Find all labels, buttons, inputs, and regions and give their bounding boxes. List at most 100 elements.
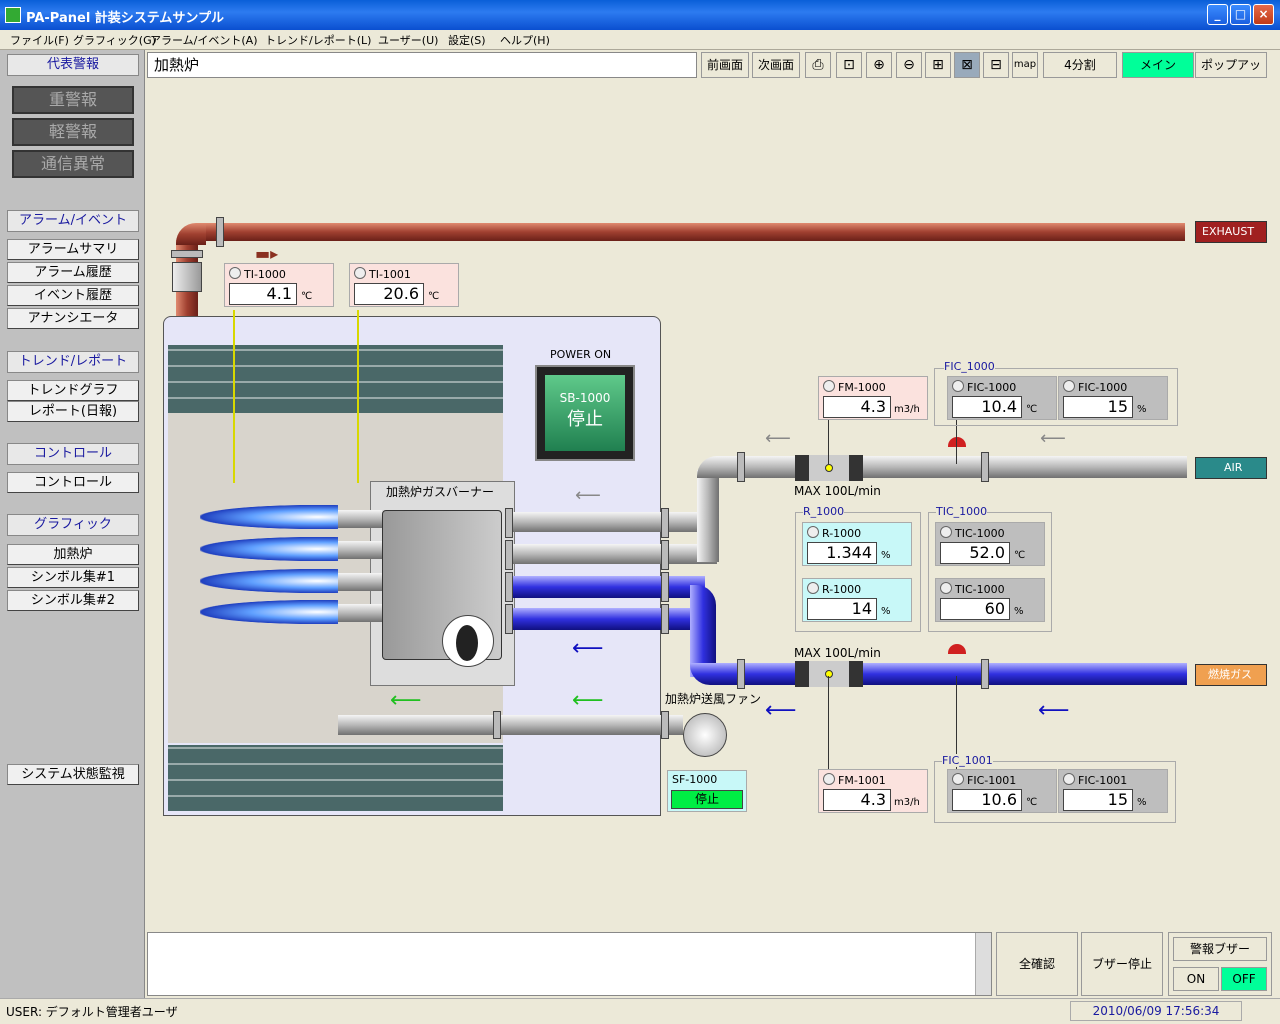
status-user: USER: デフォルト管理者ユーザ (6, 1005, 178, 1019)
r-1000-sv-value: 14 (807, 598, 877, 620)
zoom-in-icon[interactable]: ⊕ (866, 52, 892, 78)
system-monitor-button[interactable]: システム状態監視 (7, 764, 139, 785)
fuel-flange-3 (505, 604, 513, 634)
minor-alarm-indicator[interactable]: 軽警報 (12, 118, 134, 146)
menu-user[interactable]: ユーザー(U) (378, 32, 438, 48)
zoom-page-icon[interactable]: ⊟ (983, 52, 1009, 78)
menu-alarm[interactable]: アラーム/イベント(A) (150, 32, 257, 48)
sidebar-item-event-history[interactable]: イベント履歴 (7, 285, 139, 306)
next-screen-button[interactable]: 次画面 (752, 52, 800, 78)
sf-1000-faceplate[interactable]: SF-1000 停止 (667, 770, 747, 812)
fm-1000-faceplate[interactable]: FM-1000 4.3 m3/h (818, 376, 928, 420)
fm-1001-faceplate[interactable]: FM-1001 4.3 m3/h (818, 769, 928, 813)
r-1000-sv-faceplate[interactable]: R-1000 14 % (802, 578, 912, 622)
air-flow-arrow-icon-2: ⟵ (1040, 428, 1066, 449)
burner-viewport-hole (456, 625, 478, 661)
fuel-pipe-burner-1 (505, 576, 705, 598)
exhaust-damper (172, 262, 202, 292)
zoom-fit-icon[interactable]: ⊞ (925, 52, 951, 78)
burner-nozzle-2 (338, 541, 382, 559)
burner-nozzle-3 (338, 573, 382, 591)
fic-1000-mv-faceplate[interactable]: FIC-1000 15 % (1058, 376, 1168, 420)
ack-all-button[interactable]: 全確認 (996, 932, 1078, 996)
comm-error-indicator[interactable]: 通信異常 (12, 150, 134, 178)
main-mode-button[interactable]: メイン (1122, 52, 1194, 78)
r-1000-pv-unit: % (881, 550, 891, 561)
fuel-flange-6 (981, 659, 989, 689)
close-button[interactable]: × (1253, 4, 1274, 25)
map-button[interactable]: map (1012, 52, 1038, 78)
buzzer-off-button[interactable]: OFF (1221, 967, 1267, 991)
alarm-section-header: アラーム/イベント (7, 210, 139, 232)
gas-burner-label: 加熱炉ガスバーナー (386, 483, 495, 500)
buzzer-stop-button[interactable]: ブザー停止 (1081, 932, 1163, 996)
control-section-header: コントロール (7, 443, 139, 465)
furnace-brick-bottom (168, 745, 503, 811)
fan-label: 加熱炉送風ファン (665, 692, 762, 706)
tic-1000-pv-faceplate[interactable]: TIC-1000 52.0 ℃ (935, 522, 1045, 566)
zoom-out-icon[interactable]: ⊖ (896, 52, 922, 78)
message-scrollbar[interactable] (975, 933, 991, 995)
menu-settings[interactable]: 設定(S) (448, 32, 486, 48)
exhaust-flow-arrow-icon: ▬▸ (255, 244, 279, 263)
print-icon[interactable]: ⎙ (805, 52, 831, 78)
fan-pipe (338, 715, 683, 735)
fic-1000-pv-faceplate[interactable]: FIC-1000 10.4 ℃ (947, 376, 1057, 420)
flame-2 (200, 537, 338, 561)
sidebar-item-daily-report[interactable]: レポート(日報) (7, 401, 139, 422)
fic-1001-pv-unit: ℃ (1026, 797, 1038, 808)
prev-screen-button[interactable]: 前画面 (701, 52, 749, 78)
fuel-main-pipe (690, 663, 1187, 685)
message-panel[interactable] (147, 932, 992, 996)
buzzer-on-button[interactable]: ON (1173, 967, 1219, 991)
sidebar-item-annunciator[interactable]: アナンシエータ (7, 308, 139, 329)
fic-1001-pv-label: FIC-1001 (952, 773, 1016, 787)
minimize-button[interactable]: _ (1207, 4, 1228, 25)
burner-nozzle-1 (338, 510, 382, 528)
air-flange-1 (505, 508, 513, 538)
tic-1000-mv-value: 60 (940, 598, 1010, 620)
burner-nozzle-4 (338, 604, 382, 622)
air-pipe-burner-1 (505, 512, 705, 532)
ti-1000-faceplate[interactable]: TI-1000 4.1 ℃ (224, 263, 334, 307)
air-riser (697, 470, 719, 562)
split-4-button[interactable]: 4分割 (1043, 52, 1117, 78)
ti-1001-faceplate[interactable]: TI-1001 20.6 ℃ (349, 263, 459, 307)
fic-1001-mv-faceplate[interactable]: FIC-1001 15 % (1058, 769, 1168, 813)
menu-graphic[interactable]: グラフィック(G) (73, 32, 156, 48)
tic-1000-pv-label: TIC-1000 (940, 526, 1005, 540)
fic-1001-pv-faceplate[interactable]: FIC-1001 10.6 ℃ (947, 769, 1057, 813)
fan-icon[interactable] (683, 713, 727, 757)
r-1000-pv-faceplate[interactable]: R-1000 1.344 % (802, 522, 912, 566)
fuel-flange-4 (661, 604, 669, 634)
tic-1000-group-label: TIC_1000 (936, 505, 988, 518)
fm-1000-line (828, 420, 829, 464)
menu-file[interactable]: ファイル(F) (10, 32, 69, 48)
zoom-actual-icon[interactable]: ⊠ (954, 52, 980, 78)
air-flow-arrow-icon: ⟵ (765, 428, 791, 449)
sidebar-item-alarm-history[interactable]: アラーム履歴 (7, 262, 139, 283)
fic-1000-pv-value: 10.4 (952, 396, 1022, 418)
sb-1000-switch[interactable]: SB-1000 停止 (535, 365, 635, 461)
sidebar-item-furnace[interactable]: 加熱炉 (7, 544, 139, 565)
buzzer-panel: 警報ブザー ON OFF (1168, 932, 1272, 996)
sidebar-item-symbols-2[interactable]: シンボル集#2 (7, 590, 139, 611)
fic-1000-mv-unit: % (1137, 404, 1147, 415)
tic-1000-mv-faceplate[interactable]: TIC-1000 60 % (935, 578, 1045, 622)
window-title: PA-Panel 計装システムサンプル (26, 11, 225, 26)
sf-1000-tag: SF-1000 (672, 773, 718, 786)
page-title: 加熱炉 (147, 52, 697, 78)
maximize-button[interactable]: □ (1230, 4, 1251, 25)
furnace-brick-top (168, 345, 503, 413)
zoom-area-icon[interactable]: ⊡ (836, 52, 862, 78)
menu-trend[interactable]: トレンド/レポート(L) (265, 32, 371, 48)
sidebar-item-symbols-1[interactable]: シンボル集#1 (7, 567, 139, 588)
fm-1001-sensor (825, 670, 833, 678)
sidebar-item-alarm-summary[interactable]: アラームサマリ (7, 239, 139, 260)
menu-help[interactable]: ヘルプ(H) (500, 32, 550, 48)
sidebar-item-control[interactable]: コントロール (7, 472, 139, 493)
popup-mode-button[interactable]: ポップアップ (1195, 52, 1267, 96)
power-on-label: POWER ON (550, 348, 612, 361)
major-alarm-indicator[interactable]: 重警報 (12, 86, 134, 114)
sidebar-item-trend-graph[interactable]: トレンドグラフ (7, 380, 139, 401)
